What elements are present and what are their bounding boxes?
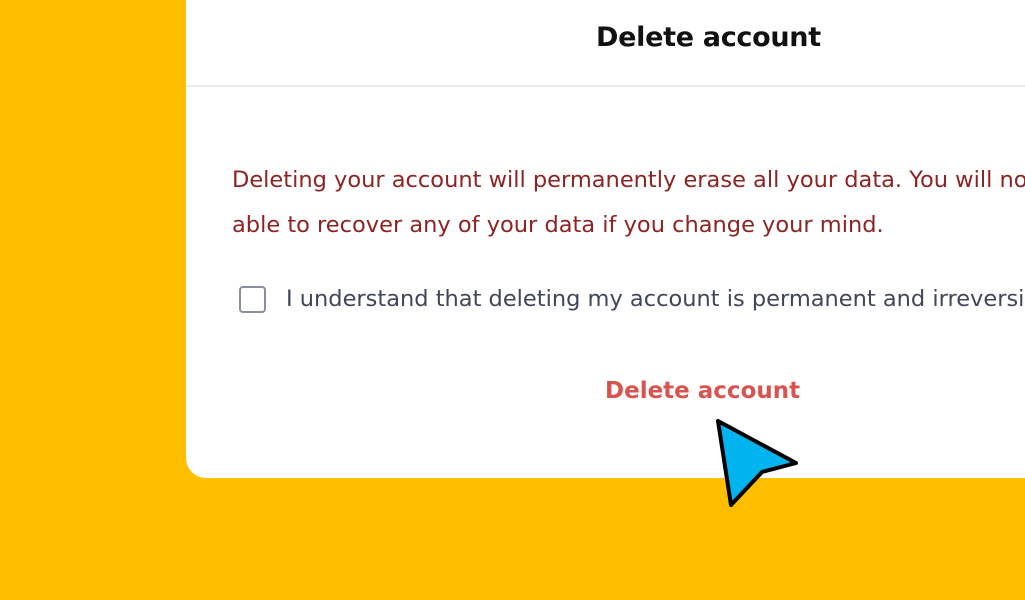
confirm-checkbox-row[interactable]: I understand that deleting my account is… xyxy=(239,282,1025,316)
warning-line-2: able to recover any of your data if you … xyxy=(232,212,884,238)
warning-line-1: Deleting your account will permanently e… xyxy=(232,167,1025,193)
modal-title: Delete account xyxy=(596,22,821,53)
warning-message: Deleting your account will permanently e… xyxy=(232,158,1025,248)
delete-account-button[interactable]: Delete account xyxy=(581,372,824,410)
confirm-label: I understand that deleting my account is… xyxy=(286,286,1025,312)
modal-header: Delete account xyxy=(186,0,1025,87)
delete-account-modal: Delete account Deleting your account wil… xyxy=(186,0,1025,478)
confirm-checkbox[interactable] xyxy=(239,285,266,313)
mouse-pointer-icon xyxy=(716,419,798,507)
